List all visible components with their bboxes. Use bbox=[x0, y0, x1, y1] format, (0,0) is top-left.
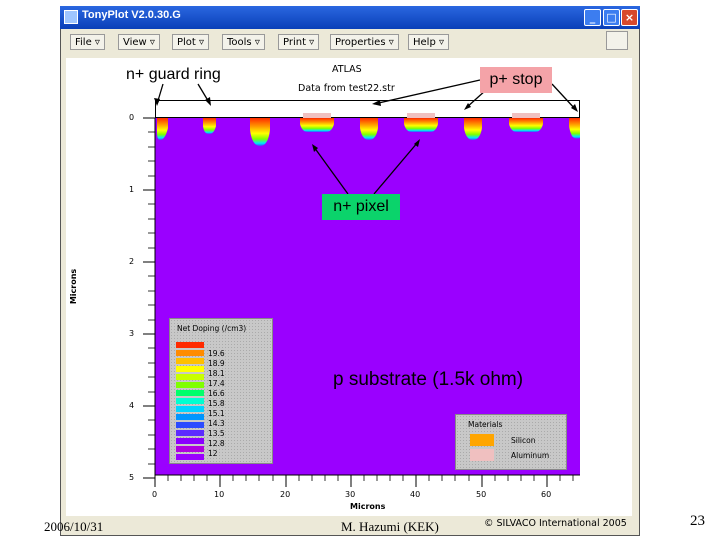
p-stop-implant bbox=[360, 118, 378, 140]
copyright-text: © SILVACO International 2005 bbox=[484, 518, 627, 529]
y-tick-label: 3 bbox=[129, 329, 135, 338]
legend-value: 12.8 bbox=[208, 439, 225, 448]
x-tick-label: 10 bbox=[214, 490, 225, 499]
aluminum-contact bbox=[303, 113, 331, 118]
materials-title: Materials bbox=[468, 420, 503, 429]
guard-ring-implant bbox=[157, 118, 168, 140]
p-stop-annotation: p+ stop bbox=[480, 67, 552, 93]
x-axis-title: Microns bbox=[350, 502, 386, 511]
n-pixel-implant bbox=[404, 118, 438, 132]
n-pixel-implant bbox=[509, 118, 543, 132]
footer-author: M. Hazumi (KEK) bbox=[341, 519, 439, 534]
silicon-label: Silicon bbox=[511, 436, 536, 445]
doping-structures bbox=[143, 79, 580, 487]
aluminum-label: Aluminum bbox=[511, 451, 550, 460]
guard-ring-implant bbox=[250, 118, 270, 146]
legend-value: 15.1 bbox=[208, 409, 225, 418]
p-stop-implant bbox=[464, 118, 482, 140]
legend-value: 16.6 bbox=[208, 389, 225, 398]
n-pixel-implant bbox=[300, 118, 334, 132]
x-tick-label: 40 bbox=[410, 490, 421, 499]
guard-ring-implant bbox=[203, 118, 216, 134]
y-axis-title: Microns bbox=[69, 268, 79, 305]
x-axis bbox=[154, 474, 580, 487]
n-pixel-annotation: n+ pixel bbox=[322, 194, 400, 220]
y-tick-label: 1 bbox=[129, 185, 135, 194]
y-axis bbox=[143, 117, 156, 479]
legend-value: 18.9 bbox=[208, 359, 225, 368]
legend-value: 19.6 bbox=[208, 349, 225, 358]
legend-value: 12 bbox=[208, 449, 218, 458]
legend-value: 18.1 bbox=[208, 369, 225, 378]
x-tick-label: 0 bbox=[152, 490, 158, 499]
y-tick-label: 2 bbox=[129, 257, 135, 266]
p-stop-implant bbox=[569, 118, 580, 139]
legend-value: 13.5 bbox=[208, 429, 225, 438]
aluminum-swatch bbox=[470, 449, 494, 461]
y-tick-label: 0 bbox=[129, 113, 135, 122]
y-tick-label: 5 bbox=[129, 473, 135, 482]
guard-ring-annotation: n+ guard ring bbox=[126, 66, 221, 83]
aluminum-contact bbox=[512, 113, 540, 118]
x-tick-label: 60 bbox=[541, 490, 552, 499]
legend-value: 15.8 bbox=[208, 399, 225, 408]
aluminum-contact bbox=[407, 113, 435, 118]
silicon-swatch bbox=[470, 434, 494, 446]
y-tick-label: 4 bbox=[129, 401, 135, 410]
page-number: 23 bbox=[690, 513, 705, 529]
x-tick-label: 20 bbox=[280, 490, 291, 499]
x-tick-label: 50 bbox=[476, 490, 487, 499]
legend-title: Net Doping (/cm3) bbox=[177, 324, 247, 333]
footer-date: 2006/10/31 bbox=[44, 519, 104, 534]
x-tick-label: 30 bbox=[345, 490, 356, 499]
legend-value: 17.4 bbox=[208, 379, 225, 388]
substrate-annotation: p substrate (1.5k ohm) bbox=[333, 369, 524, 390]
legend-colorbar bbox=[176, 342, 204, 460]
legend-value: 14.3 bbox=[208, 419, 225, 428]
